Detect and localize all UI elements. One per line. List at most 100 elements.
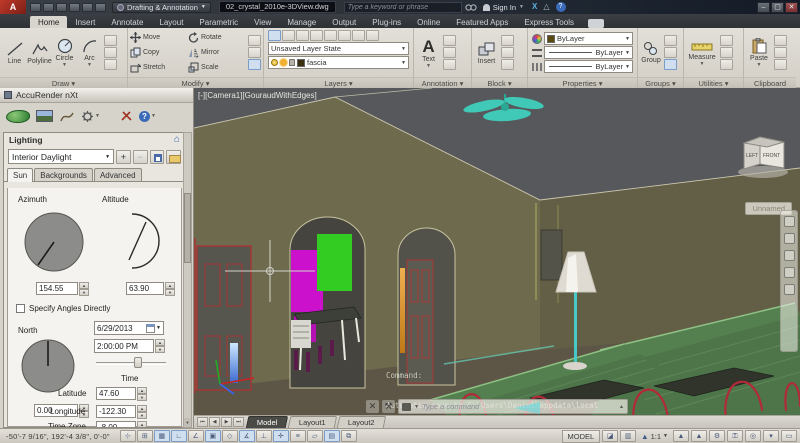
tab-parametric[interactable]: Parametric [191, 16, 246, 28]
workspace-switching-icon[interactable]: ⚙ [709, 430, 725, 442]
copy-clip-icon[interactable] [774, 47, 787, 58]
tab-manage[interactable]: Manage [279, 16, 324, 28]
autoscale-icon[interactable]: ▲ [691, 430, 707, 442]
full-navigation-wheel-icon[interactable] [783, 216, 795, 227]
trim-tool-icon[interactable] [248, 35, 261, 46]
ribbon-display-toggle-icon[interactable] [587, 19, 604, 28]
time-slider[interactable] [96, 362, 166, 365]
viewport-controls-label[interactable]: [-][Camera1][GouraudWithEdges] [198, 91, 317, 100]
timezone-input[interactable]: -8.00 [96, 421, 136, 427]
annotation-scale-control[interactable]: ▲ 1:1 ▼ [638, 432, 671, 441]
color-wheel-icon[interactable] [532, 33, 542, 44]
annotation-visibility-icon[interactable]: ▲ [673, 430, 689, 442]
ortho-mode-icon[interactable]: ∟ [170, 430, 187, 442]
last-layout-icon[interactable]: ⏭ [233, 417, 244, 427]
dimension-tool-icon[interactable] [443, 35, 456, 46]
transparency-icon[interactable]: ▱ [306, 430, 323, 442]
layer-isolate-icon[interactable] [296, 30, 309, 41]
group-selection-icon[interactable] [664, 59, 677, 70]
lineweight-dropdown[interactable]: ByLayer ▼ [544, 46, 633, 59]
minimize-button[interactable]: – [757, 1, 770, 13]
save-icon[interactable] [56, 2, 67, 12]
arc-tool[interactable]: Arc ▼ [77, 38, 102, 68]
text-tool[interactable]: A Text ▼ [416, 38, 441, 69]
grid-display-icon[interactable]: ▦ [153, 430, 170, 442]
rotate-tool[interactable]: Rotate [188, 32, 246, 43]
next-layout-icon[interactable]: ▶ [221, 417, 232, 427]
tab-express-tools[interactable]: Express Tools [516, 16, 582, 28]
selection-cycling-icon[interactable]: ⧉ [340, 430, 357, 442]
tab-output[interactable]: Output [324, 16, 364, 28]
layers-panel-label[interactable]: Layers ▾ [264, 77, 413, 88]
object-snap-tracking-icon[interactable]: ∡ [238, 430, 255, 442]
azimuth-spinner[interactable]: ▲ ▼ [79, 282, 89, 296]
time-slider-thumb[interactable] [134, 357, 142, 368]
longitude-input[interactable]: -122.30 [96, 405, 136, 418]
insert-tool[interactable]: Insert [474, 41, 499, 65]
remove-preset-button[interactable]: − [132, 149, 148, 164]
materials-icon[interactable] [59, 110, 75, 123]
palette-scrollbar[interactable]: ▼ [183, 132, 192, 428]
block-attributes-icon[interactable] [501, 59, 514, 70]
group-tool[interactable]: Group [640, 41, 662, 64]
tab-featured-apps[interactable]: Featured Apps [448, 16, 516, 28]
model-space-button[interactable]: MODEL [561, 429, 601, 443]
tab-model[interactable]: Model [245, 416, 289, 428]
id-point-icon[interactable] [720, 35, 733, 46]
quick-properties-icon[interactable]: ▤ [323, 430, 340, 442]
tab-annotate[interactable]: Annotate [103, 16, 151, 28]
layer-color-swatch[interactable] [297, 58, 305, 67]
draw-panel-label[interactable]: Draw ▾ [0, 77, 127, 88]
toolbar-lock-icon[interactable]: ⚿ [727, 430, 743, 442]
current-layer-dropdown[interactable]: fascia ▼ [268, 56, 409, 69]
layer-lock-icon[interactable] [352, 30, 365, 41]
clean-screen-icon[interactable]: ▭ [781, 430, 797, 442]
close-commandline-icon[interactable]: ✕ [366, 400, 379, 413]
first-layout-icon[interactable]: ⏮ [197, 417, 208, 427]
leader-tool-icon[interactable] [443, 47, 456, 58]
a360-icon[interactable]: △ [543, 0, 549, 14]
undo-icon[interactable] [82, 2, 93, 12]
layer-unlock-icon[interactable] [366, 30, 379, 41]
match-properties-icon[interactable] [774, 59, 787, 70]
layer-freeze-icon[interactable] [310, 30, 323, 41]
snap-mode-icon[interactable]: ⊞ [136, 430, 153, 442]
redo-icon[interactable] [95, 2, 106, 12]
render-image-icon[interactable] [36, 110, 53, 122]
tab-online[interactable]: Online [409, 16, 448, 28]
copy-tool[interactable]: Copy [130, 47, 188, 58]
tab-backgrounds[interactable]: Backgrounds [34, 168, 93, 181]
tab-layout[interactable]: Layout [151, 16, 191, 28]
modify-panel-label[interactable]: Modify ▾ [128, 77, 263, 88]
tab-sun[interactable]: Sun [7, 168, 34, 182]
layer-on-bulb-icon[interactable] [271, 59, 278, 66]
table-tool-icon[interactable] [443, 59, 456, 70]
status-menu-icon[interactable]: ▾ [763, 430, 779, 442]
exchange-icon[interactable]: Χ [532, 0, 537, 14]
layer-off-icon[interactable] [282, 30, 295, 41]
latitude-input[interactable]: 47.60 [96, 387, 136, 400]
altitude-input[interactable]: 63.90 [126, 282, 164, 295]
layer-properties-icon[interactable] [268, 30, 281, 41]
sign-in-button[interactable]: Sign In ▼ [482, 3, 524, 12]
tab-advanced[interactable]: Advanced [93, 168, 142, 181]
maximize-button[interactable]: ▢ [771, 1, 784, 13]
tab-plugins[interactable]: Plug-ins [364, 16, 409, 28]
add-preset-button[interactable]: + [116, 149, 131, 164]
orbit-icon[interactable] [783, 267, 795, 278]
tab-insert[interactable]: Insert [67, 16, 103, 28]
paste-tool[interactable]: Paste ▼ [746, 38, 772, 68]
zoom-icon[interactable] [783, 250, 795, 261]
azimuth-dial[interactable] [20, 208, 88, 276]
search-input[interactable] [343, 1, 462, 13]
ellipse-tool-icon[interactable] [104, 47, 117, 58]
render-icon[interactable] [6, 109, 30, 123]
quick-select-icon[interactable] [720, 47, 733, 58]
layer-match-icon[interactable] [324, 30, 337, 41]
tab-home[interactable]: Home [30, 16, 68, 28]
close-button[interactable]: ✕ [785, 1, 798, 13]
object-color-dropdown[interactable]: ByLayer ▼ [544, 32, 633, 45]
quick-calc-icon[interactable] [720, 59, 733, 70]
lineweight-display-icon[interactable]: ≡ [289, 430, 306, 442]
specify-angles-checkbox[interactable] [16, 304, 25, 313]
